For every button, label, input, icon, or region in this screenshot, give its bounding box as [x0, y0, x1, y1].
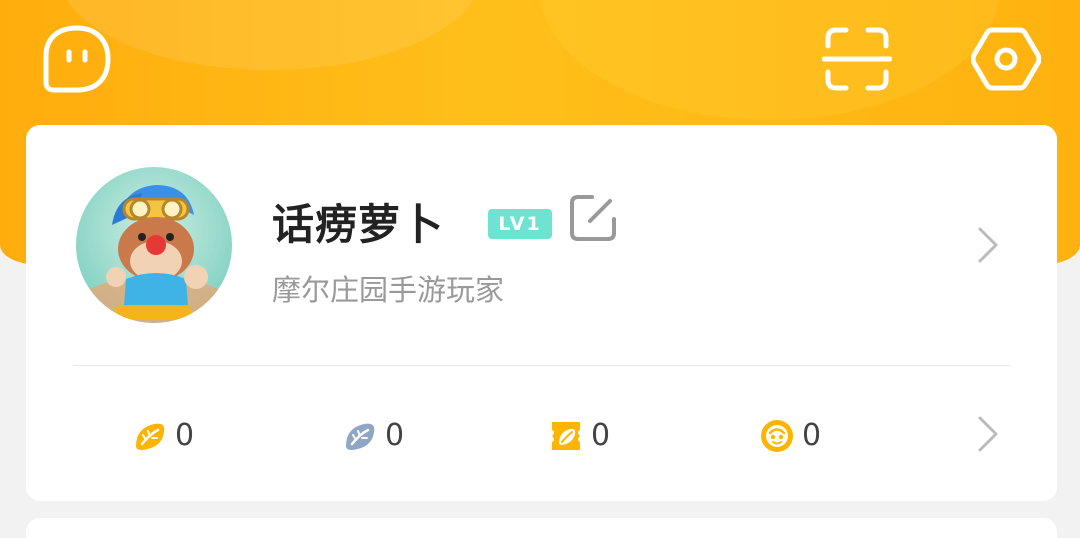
- stat-silver-beans[interactable]: 0: [342, 416, 404, 456]
- edit-icon[interactable]: [568, 193, 618, 243]
- stat-value: 0: [175, 418, 195, 453]
- divider: [73, 365, 1010, 366]
- coin-icon: [759, 418, 795, 454]
- next-card-edge: [26, 518, 1057, 538]
- stat-value: 0: [385, 418, 405, 453]
- scan-icon[interactable]: [822, 24, 892, 94]
- coupon-icon: [548, 418, 584, 454]
- profile-subtitle: 摩尔庄园手游玩家: [272, 273, 505, 307]
- avatar[interactable]: [76, 167, 232, 323]
- profile-card: 话痨萝卜 LV1 摩尔庄园手游玩家 0 0 0 0: [26, 125, 1057, 501]
- silver-bean-icon: [342, 418, 378, 454]
- header-decoration: [60, 0, 480, 70]
- settings-icon[interactable]: [971, 24, 1041, 94]
- stat-value: 0: [802, 418, 822, 453]
- chat-bubble-icon[interactable]: [42, 24, 112, 94]
- chevron-right-icon[interactable]: [975, 414, 1001, 454]
- stat-coins[interactable]: 0: [759, 416, 821, 456]
- stat-value: 0: [591, 418, 611, 453]
- header-decoration: [540, 0, 1000, 120]
- stat-gold-beans[interactable]: 0: [132, 416, 194, 456]
- level-badge: LV1: [488, 209, 552, 239]
- stat-coupons[interactable]: 0: [548, 416, 610, 456]
- chevron-right-icon[interactable]: [975, 225, 1001, 265]
- gold-bean-icon: [132, 418, 168, 454]
- nickname: 话痨萝卜: [272, 200, 445, 249]
